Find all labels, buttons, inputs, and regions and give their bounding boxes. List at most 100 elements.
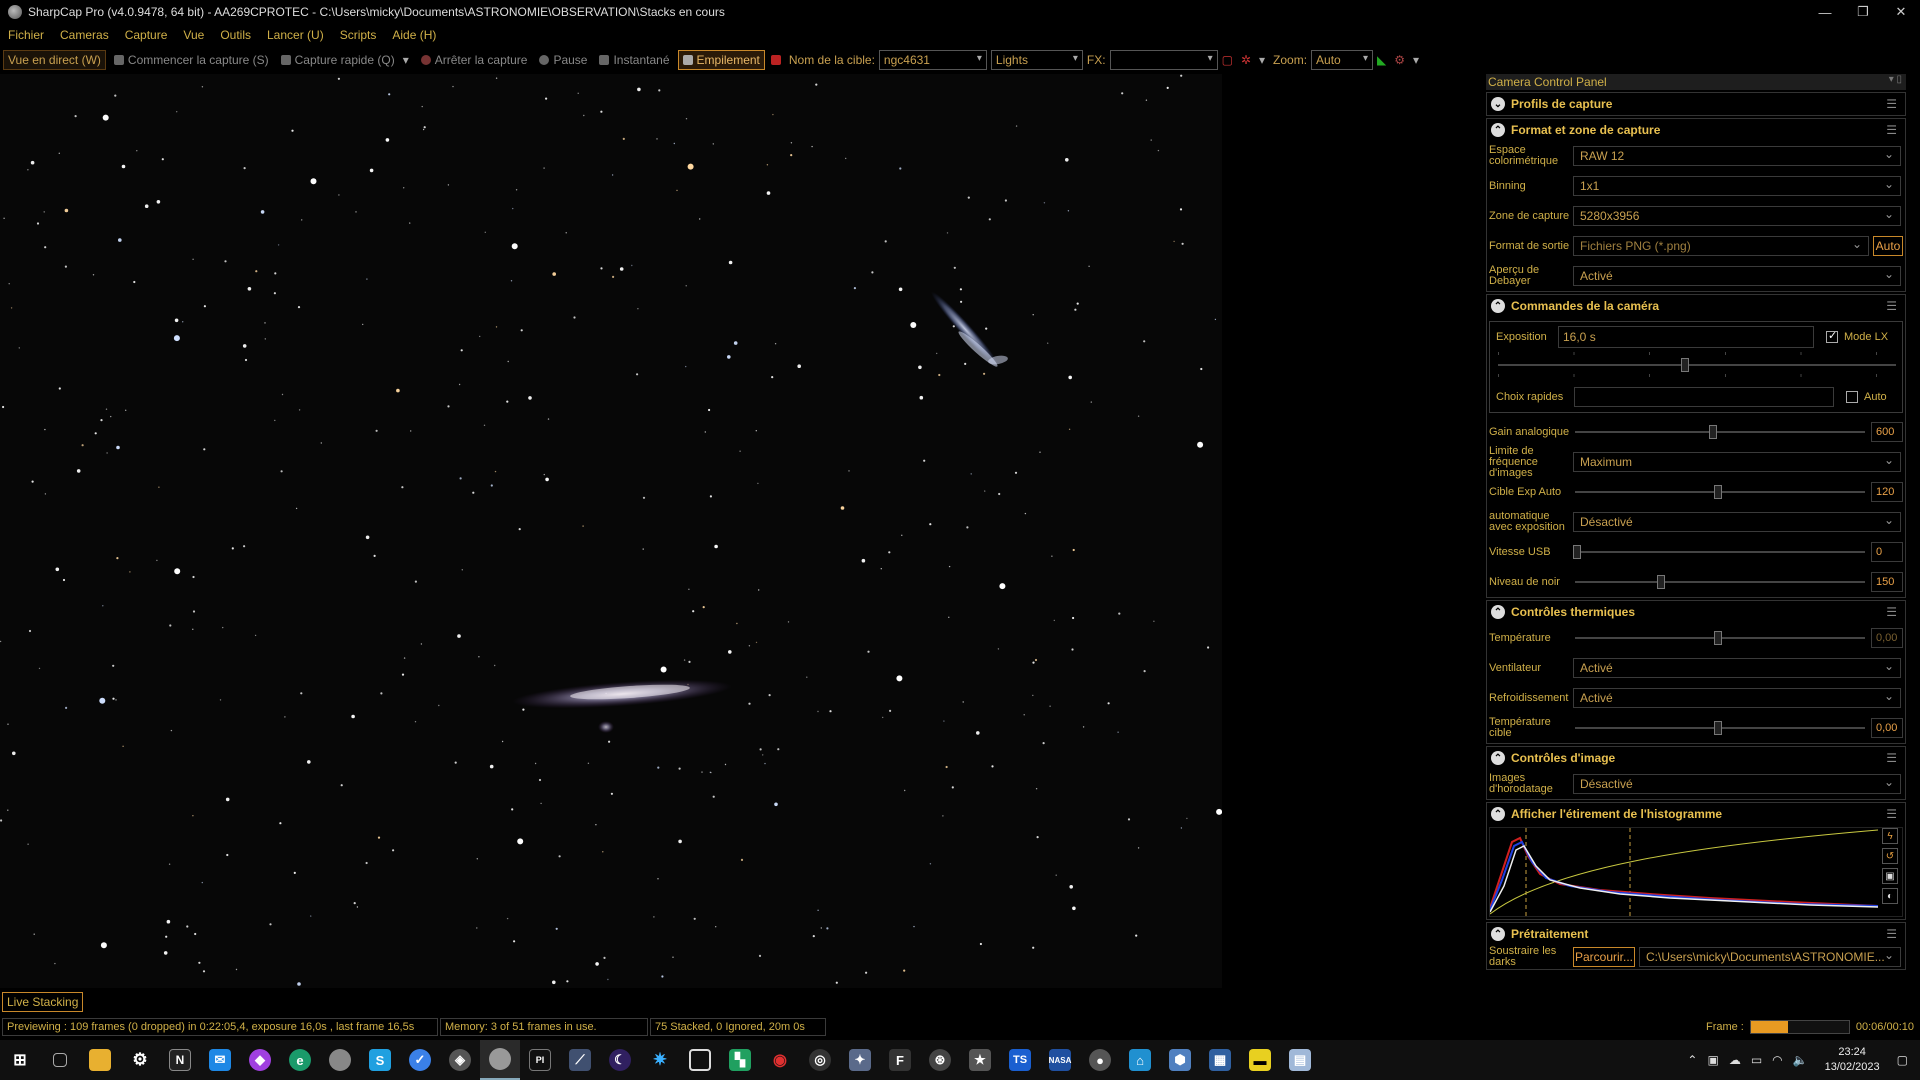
menu-scripts[interactable]: Scripts bbox=[332, 28, 385, 42]
chevron-down-icon[interactable]: ▾ bbox=[1413, 53, 1419, 67]
explorer-2-icon[interactable]: ▤ bbox=[1280, 1040, 1320, 1080]
collapse-icon[interactable]: ⌃ bbox=[1491, 123, 1505, 137]
sequence-icon[interactable]: ◎ bbox=[800, 1040, 840, 1080]
mail-icon[interactable]: ✉ bbox=[200, 1040, 240, 1080]
panel-pin-icon[interactable]: ▾ ▯ bbox=[1889, 74, 1902, 85]
section-header[interactable]: ⌃ Format et zone de capture ☰ bbox=[1487, 119, 1905, 141]
auto-exp-target-slider[interactable] bbox=[1573, 482, 1865, 502]
viber-icon[interactable]: ✓ bbox=[400, 1040, 440, 1080]
menu-capture[interactable]: Capture bbox=[117, 28, 176, 42]
guiding-icon[interactable]: ★ bbox=[960, 1040, 1000, 1080]
auto-exp-target-value[interactable]: 120 bbox=[1871, 482, 1903, 502]
device-icon[interactable]: ▣ bbox=[1707, 1053, 1718, 1067]
black-level-slider[interactable] bbox=[1573, 572, 1865, 592]
calc-icon[interactable]: ▦ bbox=[1200, 1040, 1240, 1080]
menu-outils[interactable]: Outils bbox=[212, 28, 259, 42]
collapse-icon[interactable]: ⌃ bbox=[1491, 927, 1505, 941]
menu-vue[interactable]: Vue bbox=[175, 28, 212, 42]
edge-icon[interactable]: e bbox=[280, 1040, 320, 1080]
chevron-up-icon[interactable]: ⌃ bbox=[1687, 1053, 1697, 1067]
usb-speed-value[interactable]: 0 bbox=[1871, 542, 1903, 562]
sticky-notes-icon[interactable]: ▬ bbox=[1240, 1040, 1280, 1080]
phd2-icon[interactable]: ✦ bbox=[840, 1040, 880, 1080]
live-stacking-tab[interactable]: Live Stacking bbox=[2, 992, 84, 1012]
section-header[interactable]: ⌃ Afficher l'étirement de l'histogramme … bbox=[1487, 803, 1905, 825]
settings-icon[interactable]: ⚙ bbox=[1394, 53, 1405, 67]
snapshot-button[interactable]: Instantané bbox=[595, 50, 673, 70]
contrast-icon[interactable]: ◐ bbox=[1882, 888, 1898, 904]
usb-speed-thumb[interactable] bbox=[1573, 545, 1581, 559]
windows-start-button[interactable]: ⊞ bbox=[0, 1040, 40, 1080]
photoshop-icon[interactable] bbox=[680, 1040, 720, 1080]
stop-capture-button[interactable]: Arrêter la capture bbox=[417, 50, 532, 70]
debayer-select[interactable]: Activé bbox=[1573, 266, 1901, 286]
lightning-icon[interactable]: ϟ bbox=[1882, 828, 1898, 844]
hamburger-icon[interactable]: ☰ bbox=[1886, 299, 1897, 313]
network-icon[interactable]: ⬢ bbox=[1160, 1040, 1200, 1080]
fan-select[interactable]: Activé bbox=[1573, 658, 1901, 678]
cloud-icon[interactable]: ☁ bbox=[1729, 1053, 1741, 1067]
quick-choice-select[interactable] bbox=[1574, 387, 1834, 407]
clock[interactable]: 23:24 13/02/2023 bbox=[1825, 1045, 1880, 1075]
settings-icon[interactable]: ⚙ bbox=[120, 1040, 160, 1080]
minimize-button[interactable]: — bbox=[1806, 0, 1844, 24]
section-header[interactable]: ⌃ Commandes de la caméra ☰ bbox=[1487, 295, 1905, 317]
filezilla-icon[interactable]: ⊛ bbox=[920, 1040, 960, 1080]
gain-slider[interactable] bbox=[1573, 422, 1865, 442]
live-view-button[interactable]: Vue en direct (W) bbox=[3, 50, 106, 70]
black-level-value[interactable]: 150 bbox=[1871, 572, 1903, 592]
capture-zone-select[interactable]: 5280x3956 bbox=[1573, 206, 1901, 226]
messenger-icon[interactable]: ◆ bbox=[240, 1040, 280, 1080]
file-explorer-icon[interactable] bbox=[80, 1040, 120, 1080]
zoom-select[interactable]: Auto bbox=[1311, 50, 1374, 70]
task-view-icon[interactable] bbox=[40, 1040, 80, 1080]
chevron-down-icon[interactable]: ▾ bbox=[403, 53, 409, 67]
hamburger-icon[interactable]: ☰ bbox=[1886, 605, 1897, 619]
hamburger-icon[interactable]: ☰ bbox=[1886, 123, 1897, 137]
binning-select[interactable]: 1x1 bbox=[1573, 176, 1901, 196]
quick-capture-button[interactable]: Capture rapide (Q) ▾ bbox=[277, 50, 413, 70]
focus-icon[interactable]: ✲ bbox=[1241, 53, 1251, 67]
target-temp-value[interactable]: 0,00 bbox=[1871, 718, 1903, 738]
timestamp-select[interactable]: Désactivé bbox=[1573, 774, 1901, 794]
menu-lancer[interactable]: Lancer (U) bbox=[259, 28, 332, 42]
start-capture-button[interactable]: Commencer la capture (S) bbox=[110, 50, 273, 70]
cooling-select[interactable]: Activé bbox=[1573, 688, 1901, 708]
hamburger-icon[interactable]: ☰ bbox=[1886, 97, 1897, 111]
histogram-icon[interactable]: ◣ bbox=[1377, 53, 1386, 67]
wifi-icon[interactable]: ◠ bbox=[1772, 1053, 1782, 1067]
astro-tool-icon[interactable]: F bbox=[880, 1040, 920, 1080]
expand-icon[interactable]: ⌄ bbox=[1491, 97, 1505, 111]
maximize-button[interactable]: ❐ bbox=[1844, 0, 1882, 24]
siril-icon[interactable]: ⟋ bbox=[560, 1040, 600, 1080]
output-format-select[interactable]: Fichiers PNG (*.png) bbox=[1573, 236, 1869, 256]
collapse-icon[interactable]: ⌃ bbox=[1491, 299, 1505, 313]
reticle-icon[interactable]: ▢ bbox=[1222, 53, 1233, 67]
dss-icon[interactable]: ▚ bbox=[720, 1040, 760, 1080]
lx-mode-checkbox[interactable] bbox=[1826, 329, 1838, 343]
section-header[interactable]: ⌃ Contrôles d'image ☰ bbox=[1487, 747, 1905, 769]
histogram-display[interactable]: ϟ ↺ ▣ ◐ bbox=[1489, 827, 1903, 917]
battery-icon[interactable]: ▭ bbox=[1751, 1053, 1762, 1067]
image-viewport[interactable] bbox=[0, 74, 1222, 988]
collapse-icon[interactable]: ⌃ bbox=[1491, 807, 1505, 821]
fps-limit-select[interactable]: Maximum bbox=[1573, 452, 1901, 472]
section-header[interactable]: ⌃ Prétraitement ☰ bbox=[1487, 923, 1905, 945]
sharpcap-alt-icon[interactable] bbox=[320, 1040, 360, 1080]
favorites-icon[interactable]: TS bbox=[1000, 1040, 1040, 1080]
chevron-down-icon[interactable]: ▾ bbox=[1259, 53, 1265, 67]
volume-icon[interactable]: 🔈 bbox=[1793, 1053, 1808, 1067]
exposure-slider[interactable] bbox=[1496, 350, 1896, 384]
menu-cameras[interactable]: Cameras bbox=[52, 28, 117, 42]
section-header[interactable]: ⌃ Contrôles thermiques ☰ bbox=[1487, 601, 1905, 623]
color-space-select[interactable]: RAW 12 bbox=[1573, 146, 1901, 166]
menu-aide[interactable]: Aide (H) bbox=[384, 28, 444, 42]
collapse-icon[interactable]: ⌃ bbox=[1491, 751, 1505, 765]
usb-speed-slider[interactable] bbox=[1573, 542, 1865, 562]
notion-icon[interactable]: N bbox=[160, 1040, 200, 1080]
sharpcap-taskbar-icon[interactable] bbox=[480, 1040, 520, 1080]
exposure-slider-thumb[interactable] bbox=[1681, 358, 1689, 372]
browse-button[interactable]: Parcourir... bbox=[1573, 947, 1635, 967]
ascom-icon[interactable]: ◉ bbox=[760, 1040, 800, 1080]
black-level-thumb[interactable] bbox=[1657, 575, 1665, 589]
